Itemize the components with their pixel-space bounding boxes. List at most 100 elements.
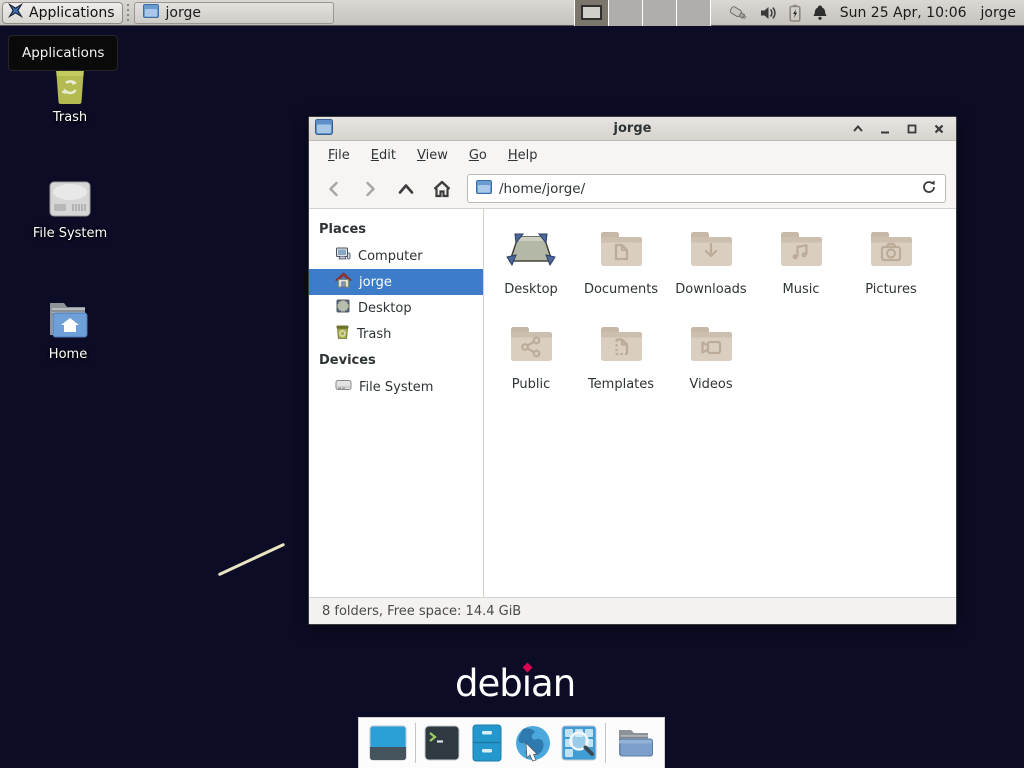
app-finder-launcher[interactable] [560, 722, 598, 764]
maximize-button[interactable] [906, 123, 918, 135]
top-panel: Applications jorge [0, 0, 1024, 26]
sidebar-item-jorge[interactable]: jorge [309, 269, 483, 295]
folder-item-videos[interactable]: Videos [666, 320, 756, 415]
desktop-icon-home[interactable]: Home [13, 295, 123, 362]
desktop-pad-icon [503, 225, 559, 277]
web-browser-launcher[interactable] [513, 722, 553, 764]
taskbar-window-button[interactable]: jorge [134, 2, 334, 24]
folder-item-pictures[interactable]: Pictures [846, 225, 936, 320]
status-text: 8 folders, Free space: 14.4 GiB [322, 604, 521, 619]
brand-text-pre: deb [455, 662, 522, 705]
bottom-dock [358, 717, 665, 768]
menubar: File Edit View Go Help [309, 141, 956, 169]
folder-item-label: Downloads [675, 282, 746, 297]
applications-menu-button[interactable]: Applications [2, 2, 123, 24]
home-icon [335, 272, 352, 292]
folder-item-downloads[interactable]: Downloads [666, 225, 756, 320]
path-input[interactable]: /home/jorge/ [499, 181, 914, 197]
window-body: Places Computer [309, 209, 956, 597]
music-folder-icon [777, 225, 825, 277]
folder-launcher[interactable] [613, 722, 655, 764]
sidebar-item-computer[interactable]: Computer [309, 243, 483, 269]
back-button[interactable] [319, 175, 349, 203]
videos-folder-icon [687, 320, 735, 372]
folder-item-desktop[interactable]: Desktop [486, 225, 576, 320]
minimize-button[interactable] [879, 123, 891, 135]
terminal-launcher[interactable] [423, 722, 461, 764]
taskbar-window-label: jorge [166, 5, 201, 21]
panel-right-group: Sun 25 Apr, 10:06 jorge [574, 0, 1024, 25]
path-bar[interactable]: /home/jorge/ [467, 174, 946, 203]
folder-item-label: Public [512, 377, 550, 392]
pictures-folder-icon [867, 225, 915, 277]
folder-item-label: Pictures [865, 282, 916, 297]
folder-item-label: Desktop [504, 282, 558, 297]
up-button[interactable] [391, 175, 421, 203]
trash-icon [335, 324, 350, 344]
workspace-cell[interactable] [677, 0, 711, 26]
menu-help[interactable]: Help [502, 145, 544, 166]
forward-button[interactable] [355, 175, 385, 203]
templates-folder-icon [597, 320, 645, 372]
applications-menu-label: Applications [29, 5, 115, 21]
desktop-icon [335, 298, 351, 318]
battery-icon[interactable] [789, 4, 801, 22]
folder-item-music[interactable]: Music [756, 225, 846, 320]
workspace-switcher[interactable] [574, 0, 711, 26]
sidebar-item-label: Desktop [358, 301, 412, 316]
sidebar-devices-header: Devices [309, 347, 483, 374]
folder-item-label: Music [783, 282, 820, 297]
reload-icon[interactable] [921, 179, 937, 199]
statusbar: 8 folders, Free space: 14.4 GiB [309, 597, 956, 624]
distributor-logo-icon [7, 2, 24, 23]
close-button[interactable] [933, 123, 945, 135]
sidebar-item-filesystem[interactable]: File System [309, 374, 483, 400]
debian-wordmark: debıan [455, 662, 575, 705]
folder-item-templates[interactable]: Templates [576, 320, 666, 415]
dock-separator [605, 723, 606, 763]
removable-media-icon[interactable] [727, 4, 749, 22]
menu-file[interactable]: File [322, 145, 356, 166]
volume-icon[interactable] [760, 5, 778, 21]
harddisk-icon [15, 176, 125, 222]
sidebar-item-label: Trash [357, 327, 391, 342]
home-folder-icon [13, 295, 123, 343]
folder-view[interactable]: Desktop Documents [484, 209, 956, 597]
folder-item-label: Templates [588, 377, 654, 392]
documents-folder-icon [597, 225, 645, 277]
folder-item-label: Videos [689, 377, 732, 392]
applications-tooltip: Applications [8, 35, 118, 71]
clock[interactable]: Sun 25 Apr, 10:06 [840, 5, 967, 21]
window-titlebar[interactable]: jorge [309, 117, 956, 141]
notifications-icon[interactable] [812, 4, 828, 21]
public-folder-icon [507, 320, 555, 372]
workspace-cell-active[interactable] [575, 0, 609, 26]
sidebar-item-label: Computer [358, 249, 423, 264]
panel-separator-handle[interactable] [126, 4, 131, 22]
menu-go[interactable]: Go [463, 145, 493, 166]
workspace-cell[interactable] [643, 0, 677, 26]
desktop-icon-filesystem[interactable]: File System [15, 176, 125, 241]
desktop-icon-label: Trash [15, 110, 125, 125]
folder-icon [143, 4, 159, 22]
menu-view[interactable]: View [411, 145, 454, 166]
user-menu[interactable]: jorge [981, 5, 1016, 21]
desktop-icon-label: File System [15, 226, 125, 241]
show-desktop-launcher[interactable] [368, 722, 408, 764]
computer-icon [335, 246, 351, 266]
workspace-cell[interactable] [609, 0, 643, 26]
drive-icon [335, 378, 352, 396]
shade-button[interactable] [852, 123, 864, 135]
brand-text-post: an [531, 662, 575, 705]
workspace-window-thumbnail [581, 5, 602, 20]
sidebar-item-trash[interactable]: Trash [309, 321, 483, 347]
folder-item-public[interactable]: Public [486, 320, 576, 415]
desktop-icon-label: Home [13, 347, 123, 362]
file-manager-launcher[interactable] [468, 722, 506, 764]
wallpaper-swoosh-line [218, 543, 285, 577]
sidebar-item-desktop[interactable]: Desktop [309, 295, 483, 321]
file-manager-window: jorge File Edit View Go Help [308, 116, 957, 625]
menu-edit[interactable]: Edit [365, 145, 402, 166]
folder-item-documents[interactable]: Documents [576, 225, 666, 320]
home-button[interactable] [427, 175, 457, 203]
